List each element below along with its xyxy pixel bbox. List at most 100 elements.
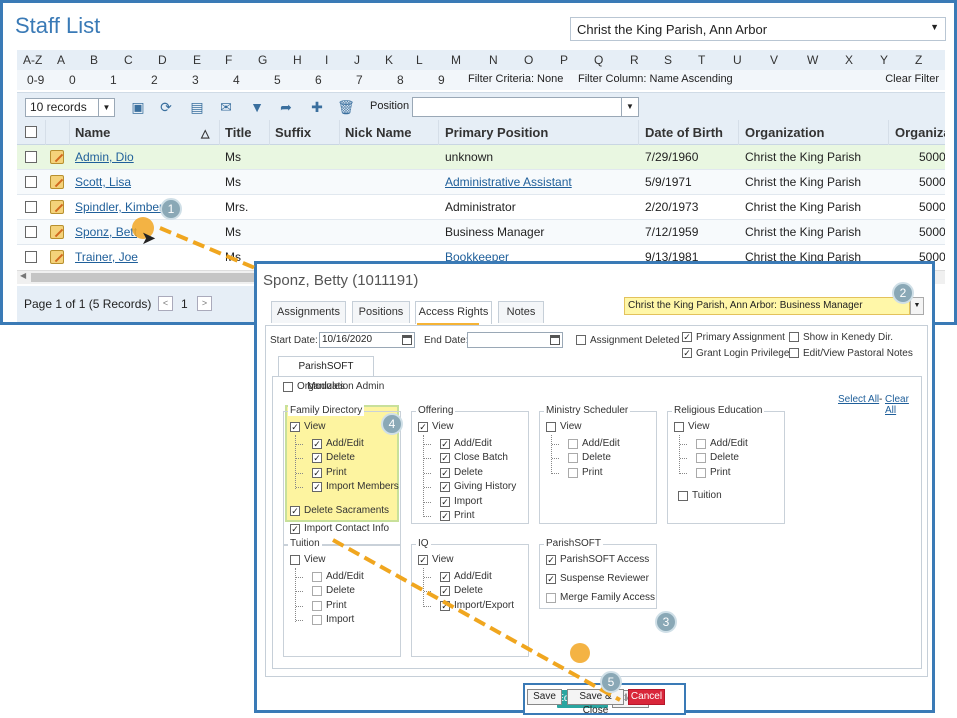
ministry-scheduler-delete-checkbox[interactable] (568, 453, 578, 464)
save-icon[interactable]: ▣ (129, 98, 147, 116)
end-date-input[interactable] (467, 332, 563, 348)
edit-icon[interactable] (50, 225, 64, 239)
offering-print-checkbox[interactable] (440, 511, 450, 521)
staff-name-link[interactable]: Sponz, Bett (75, 225, 137, 239)
show-kenedy-checkbox[interactable] (789, 332, 799, 342)
ministry-scheduler-add-edit-checkbox[interactable] (568, 439, 578, 449)
add-icon[interactable]: ✚ (308, 98, 326, 116)
numeric-filter-5[interactable]: 5 (274, 73, 281, 87)
alpha-filter-r[interactable]: R (630, 53, 639, 67)
numeric-filter-8[interactable]: 8 (397, 73, 404, 87)
save-button[interactable]: Save (527, 689, 562, 705)
column-header-suffix[interactable]: Suffix (275, 125, 311, 140)
alpha-filter-t[interactable]: T (698, 53, 705, 67)
table-row[interactable]: Spindler, Kimberl Mrs. Administrator 2/20/1… (17, 195, 945, 220)
alpha-filter-v[interactable]: V (770, 53, 778, 67)
alpha-filter-e[interactable]: E (193, 53, 201, 67)
religious-education-delete-checkbox[interactable] (696, 453, 706, 464)
table-row[interactable]: Scott, Lisa Ms Administrative Assistant 5/9… (17, 170, 945, 195)
next-page-button[interactable]: > (197, 296, 212, 311)
tab-assignments[interactable]: Assignments (271, 301, 346, 323)
tuition-import-checkbox[interactable] (312, 615, 322, 626)
clear-filter-link[interactable]: Clear Filter (885, 73, 939, 85)
alpha-filter-b[interactable]: B (90, 53, 98, 67)
iq-add-edit-checkbox[interactable] (440, 572, 450, 582)
numeric-filter-9[interactable]: 9 (438, 73, 445, 87)
row-checkbox[interactable] (25, 226, 37, 238)
column-header-dob[interactable]: Date of Birth (645, 125, 723, 140)
alpha-filter-k[interactable]: K (385, 53, 393, 67)
alpha-filter-l[interactable]: L (416, 53, 423, 67)
religious-education-view-checkbox[interactable] (674, 422, 684, 432)
staff-name-link[interactable]: Spindler, Kimberl (75, 200, 166, 214)
records-per-page-select[interactable]: 10 records ▼ (25, 98, 115, 117)
numeric-filter-6[interactable]: 6 (315, 73, 322, 87)
numeric-filter-0[interactable]: 0 (69, 73, 76, 87)
table-row[interactable]: Sponz, Bett Ms Business Manager 7/12/1959 Ch… (17, 220, 945, 245)
primary-assignment-checkbox[interactable] (682, 332, 692, 342)
row-checkbox[interactable] (25, 251, 37, 263)
assignment-deleted-checkbox[interactable] (576, 335, 586, 345)
filter-icon[interactable]: ▼ (248, 98, 266, 116)
chevron-down-icon[interactable]: ▼ (910, 297, 924, 315)
calendar-icon[interactable] (402, 335, 412, 345)
organization-admin-checkbox[interactable] (283, 382, 293, 392)
iq-import-export-checkbox[interactable] (440, 600, 450, 611)
parishsoft-suspense-reviewer-checkbox[interactable] (546, 574, 556, 584)
alpha-filter-u[interactable]: U (733, 53, 742, 67)
table-row[interactable]: Admin, Dio Ms unknown 7/29/1960 Christ the K… (17, 145, 945, 170)
ministry-scheduler-view-checkbox[interactable] (546, 422, 556, 432)
alpha-filter-a-z[interactable]: A-Z (23, 53, 42, 67)
cancel-button[interactable]: Cancel (628, 689, 665, 705)
alpha-filter-i[interactable]: I (325, 53, 328, 67)
delete-icon[interactable]: 🗑 (337, 98, 355, 116)
assignment-select[interactable]: Christ the King Parish, Ann Arbor: Busin… (624, 297, 910, 315)
column-header-title[interactable]: Title (225, 125, 252, 140)
staff-name-link[interactable]: Admin, Dio (75, 150, 134, 164)
tuition-delete-checkbox[interactable] (312, 586, 322, 597)
grant-login-checkbox[interactable] (682, 348, 692, 358)
offering-delete-checkbox[interactable] (440, 467, 450, 478)
scrollbar-thumb[interactable] (31, 273, 271, 282)
staff-name-link[interactable]: Trainer, Joe (75, 250, 138, 264)
alpha-filter-z[interactable]: Z (915, 53, 922, 67)
offering-view-checkbox[interactable] (418, 422, 428, 432)
parishsoft-merge-family-access-checkbox[interactable] (546, 593, 556, 603)
tab-notes[interactable]: Notes (498, 301, 544, 323)
alpha-filter-p[interactable]: P (560, 53, 568, 67)
numeric-filter-1[interactable]: 1 (110, 73, 117, 87)
alpha-filter-o[interactable]: O (524, 53, 533, 67)
alpha-filter-h[interactable]: H (293, 53, 302, 67)
email-icon[interactable]: ✉ (217, 98, 235, 116)
ministry-scheduler-print-checkbox[interactable] (568, 467, 578, 478)
numeric-filter-0-9[interactable]: 0-9 (27, 73, 44, 87)
edit-icon[interactable] (50, 175, 64, 189)
tuition-view-checkbox[interactable] (290, 555, 300, 565)
primary-position[interactable]: Administrative Assistant (445, 175, 572, 189)
grid-icon[interactable]: ▤ (188, 98, 206, 116)
numeric-filter-2[interactable]: 2 (151, 73, 158, 87)
iq-delete-checkbox[interactable] (440, 586, 450, 597)
alpha-filter-s[interactable]: S (664, 53, 672, 67)
alpha-filter-w[interactable]: W (807, 53, 818, 67)
tab-positions[interactable]: Positions (352, 301, 410, 323)
column-header-name[interactable]: Name (75, 125, 110, 140)
position-filter-input[interactable]: ▼ (412, 97, 639, 117)
numeric-filter-4[interactable]: 4 (233, 73, 240, 87)
offering-add-edit-checkbox[interactable] (440, 439, 450, 449)
scroll-left-icon[interactable]: ◀ (20, 271, 26, 280)
tuition-add-edit-checkbox[interactable] (312, 572, 322, 582)
numeric-filter-7[interactable]: 7 (356, 73, 363, 87)
tuition-print-checkbox[interactable] (312, 600, 322, 611)
edit-icon[interactable] (50, 150, 64, 164)
column-header-nick-name[interactable]: Nick Name (345, 125, 411, 140)
religious-education-print-checkbox[interactable] (696, 467, 706, 478)
row-checkbox[interactable] (25, 201, 37, 213)
alpha-filter-g[interactable]: G (258, 53, 267, 67)
calendar-icon[interactable] (550, 335, 560, 345)
alpha-filter-j[interactable]: J (354, 53, 360, 67)
alpha-filter-m[interactable]: M (451, 53, 461, 67)
alpha-filter-q[interactable]: Q (594, 53, 603, 67)
offering-giving-history-checkbox[interactable] (440, 482, 450, 493)
row-checkbox[interactable] (25, 176, 37, 188)
